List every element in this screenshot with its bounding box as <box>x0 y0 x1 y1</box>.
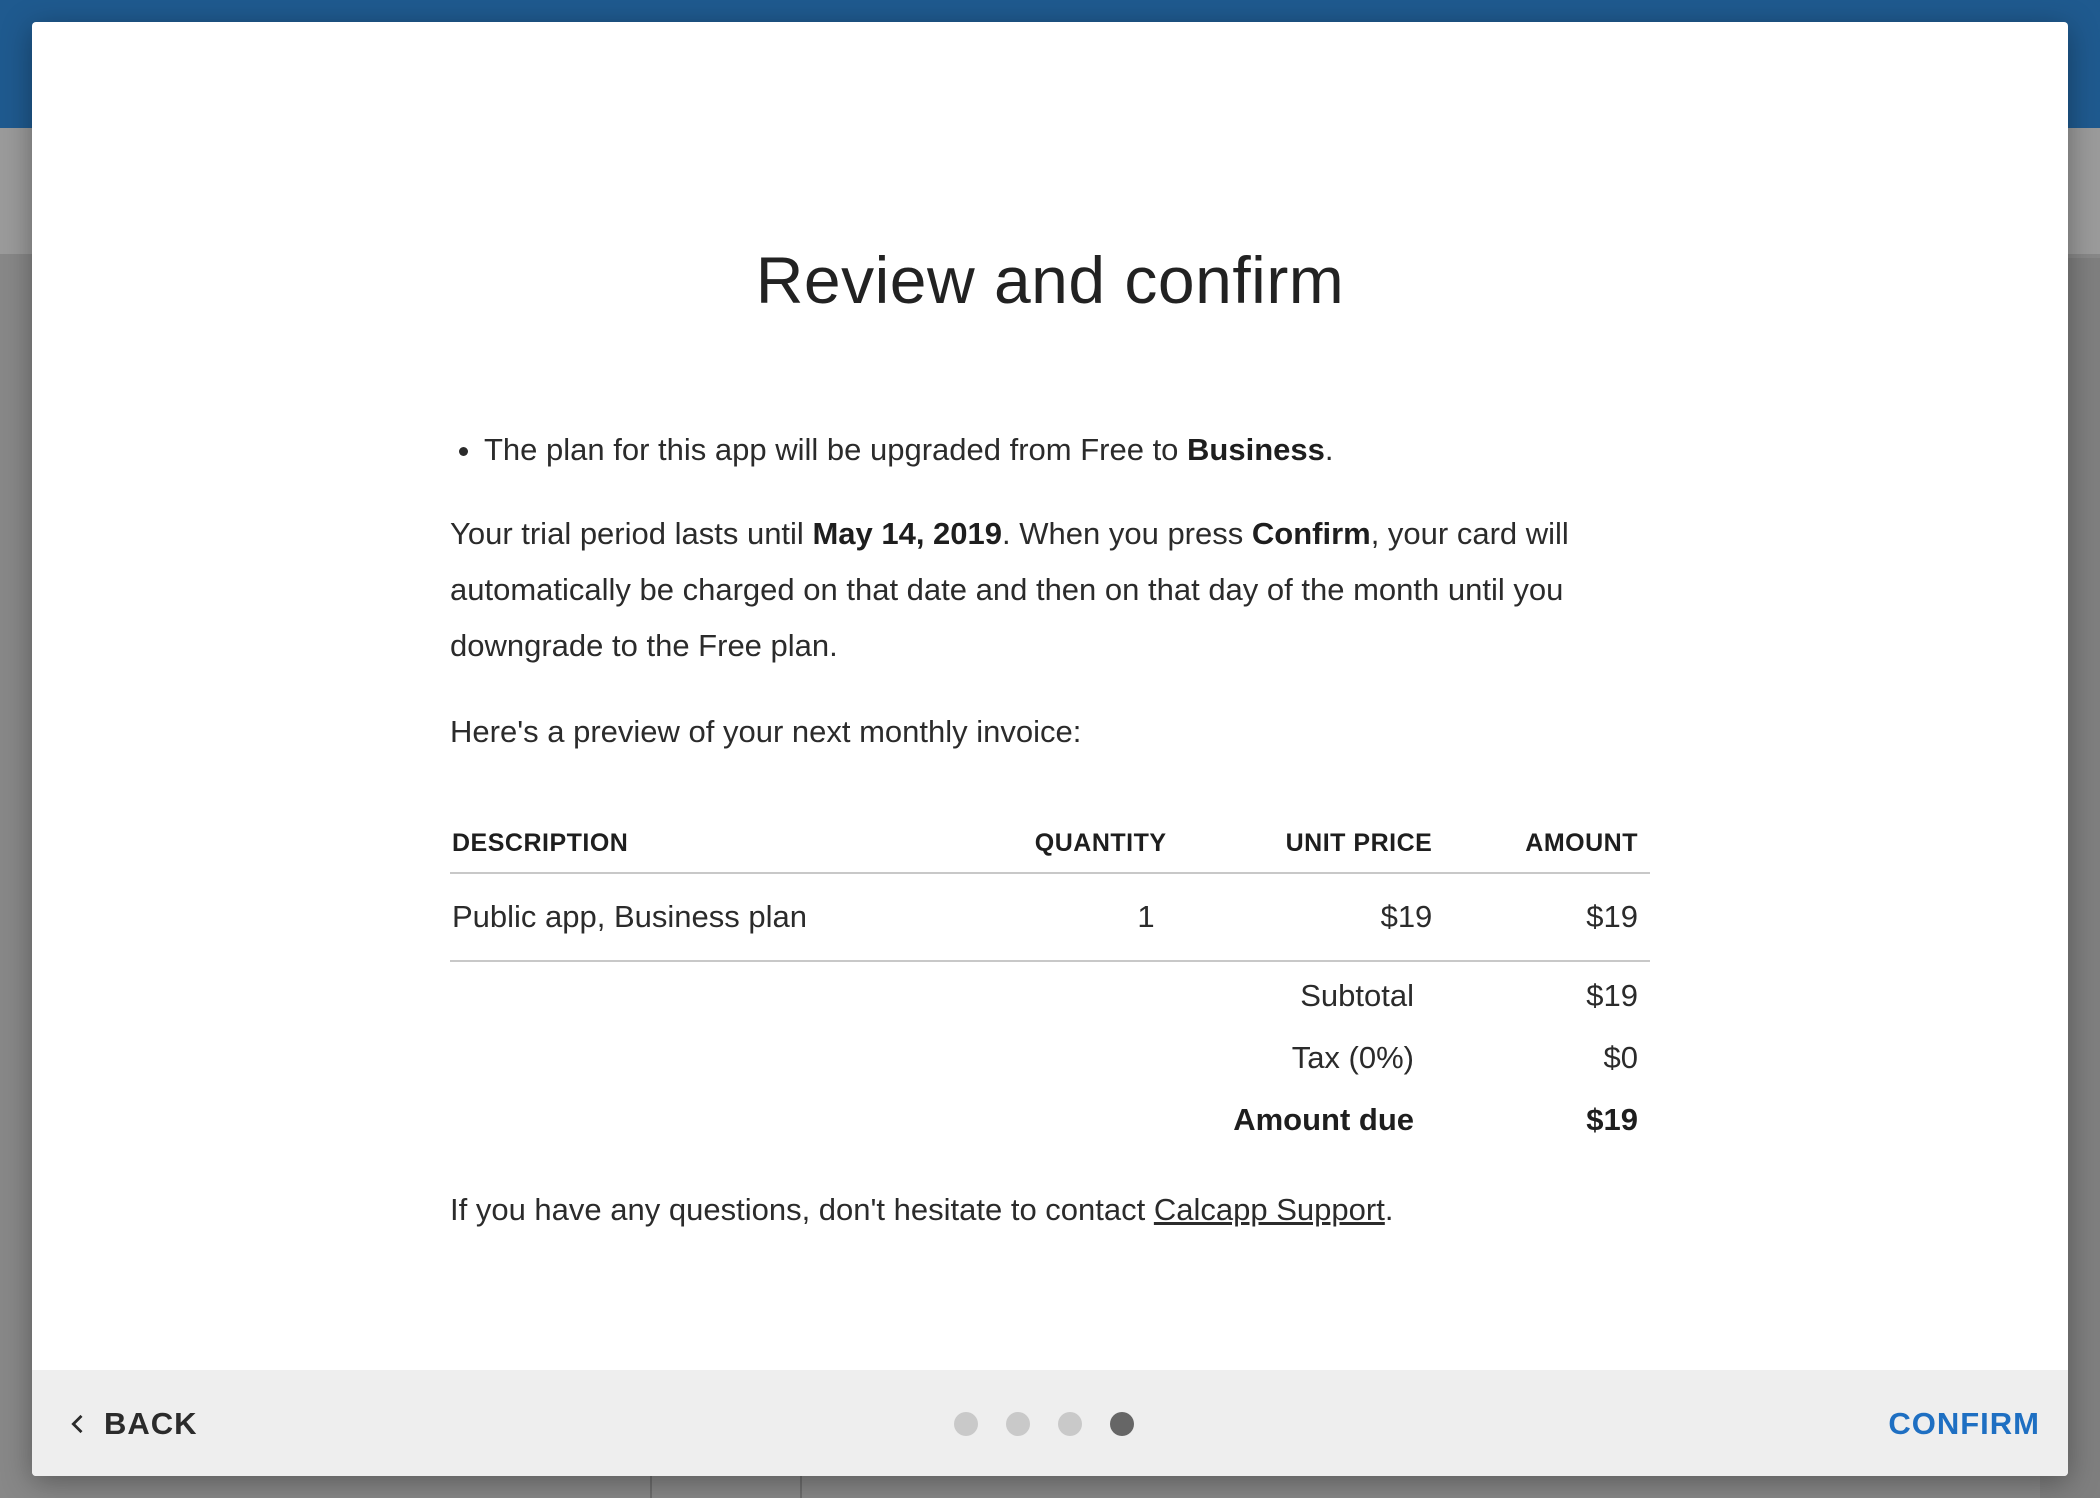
subtotal-row: Subtotal $19 <box>450 978 1650 1040</box>
contact-suffix: . <box>1384 1192 1394 1227</box>
column-header-unit-price: UNIT PRICE <box>1178 814 1445 874</box>
dialog-title: Review and confirm <box>755 243 1345 317</box>
trial-confirm-word: Confirm <box>1251 516 1371 551</box>
plan-change-suffix: . <box>1324 432 1334 467</box>
support-link[interactable]: Calcapp Support <box>1154 1192 1385 1227</box>
review-confirm-dialog: Review and confirm The plan for this app… <box>32 22 2068 1476</box>
trial-end-date: May 14, 2019 <box>812 516 1003 551</box>
invoice-header-row: DESCRIPTION QUANTITY UNIT PRICE AMOUNT <box>450 814 1650 874</box>
confirm-button[interactable]: CONFIRM <box>1888 1396 2040 1452</box>
line-item-unit-price: $19 <box>1178 873 1445 962</box>
trial-text-1: Your trial period lasts until <box>450 516 813 551</box>
tax-label: Tax (0%) <box>1291 1040 1414 1075</box>
plan-change-text: The plan for this app will be upgraded f… <box>484 432 1188 467</box>
column-header-description: DESCRIPTION <box>450 814 952 874</box>
step-dot <box>1006 1412 1030 1436</box>
subtotal-value: $19 <box>1586 978 1638 1013</box>
line-item-amount: $19 <box>1444 873 1650 962</box>
amount-due-row: Amount due $19 <box>450 1102 1650 1164</box>
invoice-totals: Subtotal $19 Tax (0%) $0 Amount due $19 <box>450 978 1650 1164</box>
chevron-left-icon <box>71 1414 83 1434</box>
column-header-quantity: QUANTITY <box>951 814 1179 874</box>
contact-paragraph: If you have any questions, don't hesitat… <box>450 1192 1650 1228</box>
subtotal-label: Subtotal <box>1300 978 1414 1013</box>
step-dot-current <box>1110 1412 1134 1436</box>
step-dot <box>1058 1412 1082 1436</box>
trial-paragraph: Your trial period lasts until May 14, 20… <box>450 506 1650 674</box>
plan-change-item: The plan for this app will be upgraded f… <box>484 422 1650 478</box>
step-indicator <box>954 1412 1134 1436</box>
column-header-amount: AMOUNT <box>1444 814 1650 874</box>
confirm-button-label: CONFIRM <box>1888 1406 2040 1441</box>
back-button-label: BACK <box>104 1406 198 1441</box>
dialog-body: Review and confirm The plan for this app… <box>32 22 2068 1370</box>
invoice-preview-intro: Here's a preview of your next monthly in… <box>450 714 1082 749</box>
invoice-table: DESCRIPTION QUANTITY UNIT PRICE AMOUNT P… <box>450 814 1650 962</box>
amount-due-value: $19 <box>1586 1102 1638 1137</box>
tax-row: Tax (0%) $0 <box>450 1040 1650 1102</box>
contact-text: If you have any questions, don't hesitat… <box>450 1192 1154 1227</box>
new-plan-name: Business <box>1187 432 1325 467</box>
back-button[interactable]: BACK <box>64 1396 198 1452</box>
trial-text-2: . When you press <box>1002 516 1252 551</box>
dialog-content: The plan for this app will be upgraded f… <box>450 422 1650 760</box>
step-dot <box>954 1412 978 1436</box>
line-item-description: Public app, Business plan <box>450 873 952 962</box>
line-item-quantity: 1 <box>951 873 1179 962</box>
table-row: Public app, Business plan 1 $19 $19 <box>450 873 1650 962</box>
tax-value: $0 <box>1603 1040 1638 1075</box>
amount-due-label: Amount due <box>1233 1102 1414 1137</box>
dialog-footer: BACK CONFIRM <box>32 1370 2068 1476</box>
change-list: The plan for this app will be upgraded f… <box>450 422 1650 478</box>
